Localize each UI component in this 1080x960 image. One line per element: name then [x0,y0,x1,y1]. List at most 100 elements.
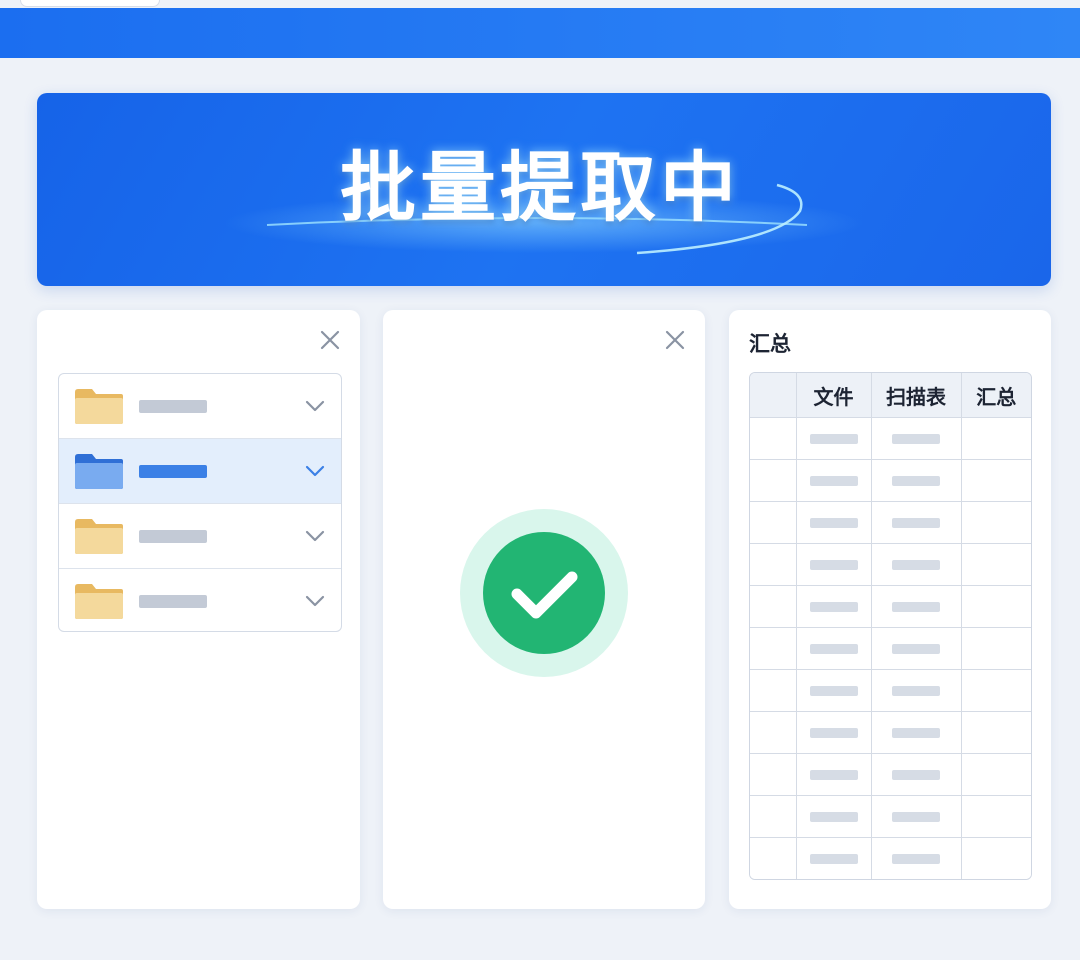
table-cell [750,543,797,586]
table-cell [870,795,962,838]
table-row[interactable] [750,837,1031,879]
cell-placeholder [892,601,940,612]
table-cell [870,627,962,670]
title-bar [0,8,1080,58]
table-cell [750,837,797,879]
table-row[interactable] [750,753,1031,796]
table-cell [795,417,872,460]
column-header-index [750,373,797,418]
table-cell [750,669,797,712]
column-header-summary: 汇总 [960,373,1031,418]
table-row[interactable] [750,585,1031,628]
cell-placeholder [892,475,940,486]
table-row[interactable] [750,711,1031,754]
table-cell [750,795,797,838]
cell-placeholder [892,433,940,444]
table-row[interactable] [750,501,1031,544]
status-panel [383,310,705,909]
table-row[interactable] [750,627,1031,670]
chevron-down-icon[interactable] [303,591,327,611]
chevron-down-icon[interactable] [303,526,327,546]
table-cell [795,837,872,879]
chevron-down-icon[interactable] [303,396,327,416]
folder-panel [37,310,360,909]
column-header-scan-table: 扫描表 [870,373,962,418]
table-cell [795,627,872,670]
table-row[interactable] [750,417,1031,460]
table-cell [795,585,872,628]
cell-placeholder [809,727,858,738]
table-cell [870,501,962,544]
cell-placeholder [892,517,940,528]
table-cell [795,501,872,544]
cell-placeholder [892,853,940,864]
banner-title: 批量提取中 [340,143,740,232]
folder-item-selected[interactable] [59,439,341,504]
close-icon[interactable] [318,328,342,352]
folder-item[interactable] [59,569,341,631]
table-cell [795,795,872,838]
table-cell [960,543,1031,586]
table-row[interactable] [750,543,1031,586]
table-cell [870,543,962,586]
table-cell [960,753,1031,796]
cell-placeholder [892,811,940,822]
folder-icon [75,584,123,619]
folder-list [58,373,342,632]
cell-placeholder [892,643,940,654]
table-cell [870,669,962,712]
table-cell [750,417,797,460]
window-tab[interactable] [20,0,160,7]
summary-panel: 汇总 文件 扫描表 汇总 [729,310,1051,909]
table-cell [960,585,1031,628]
folder-name-placeholder [139,595,207,608]
table-row[interactable] [750,669,1031,712]
cell-placeholder [809,811,858,822]
table-cell [750,501,797,544]
summary-table: 文件 扫描表 汇总 [749,372,1032,880]
cell-placeholder [892,559,940,570]
folder-item[interactable] [59,504,341,569]
table-cell [960,795,1031,838]
folder-name-placeholder [139,465,207,478]
cell-placeholder [809,853,858,864]
folder-icon [75,519,123,554]
summary-title: 汇总 [749,332,791,356]
table-cell [795,543,872,586]
table-cell [750,711,797,754]
table-row[interactable] [750,459,1031,502]
table-cell [870,711,962,754]
table-cell [795,669,872,712]
close-icon[interactable] [663,328,687,352]
folder-name-placeholder [139,400,207,413]
table-cell [870,585,962,628]
folder-item[interactable] [59,374,341,439]
cell-placeholder [892,727,940,738]
table-cell [750,753,797,796]
table-cell [795,753,872,796]
table-cell [750,627,797,670]
table-cell [960,501,1031,544]
cell-placeholder [809,685,858,696]
check-circle-icon [460,509,628,677]
cell-placeholder [809,475,858,486]
cell-placeholder [809,433,858,444]
cell-placeholder [809,601,858,612]
table-cell [870,837,962,879]
folder-icon [75,454,123,489]
cell-placeholder [809,769,858,780]
folder-name-placeholder [139,530,207,543]
table-cell [960,417,1031,460]
table-cell [870,417,962,460]
cell-placeholder [892,685,940,696]
chevron-down-icon[interactable] [303,461,327,481]
table-cell [960,459,1031,502]
table-cell [870,459,962,502]
folder-icon [75,389,123,424]
table-row[interactable] [750,795,1031,838]
column-header-file: 文件 [795,373,872,418]
table-cell [960,669,1031,712]
cell-placeholder [892,769,940,780]
cell-placeholder [809,559,858,570]
cell-placeholder [809,517,858,528]
